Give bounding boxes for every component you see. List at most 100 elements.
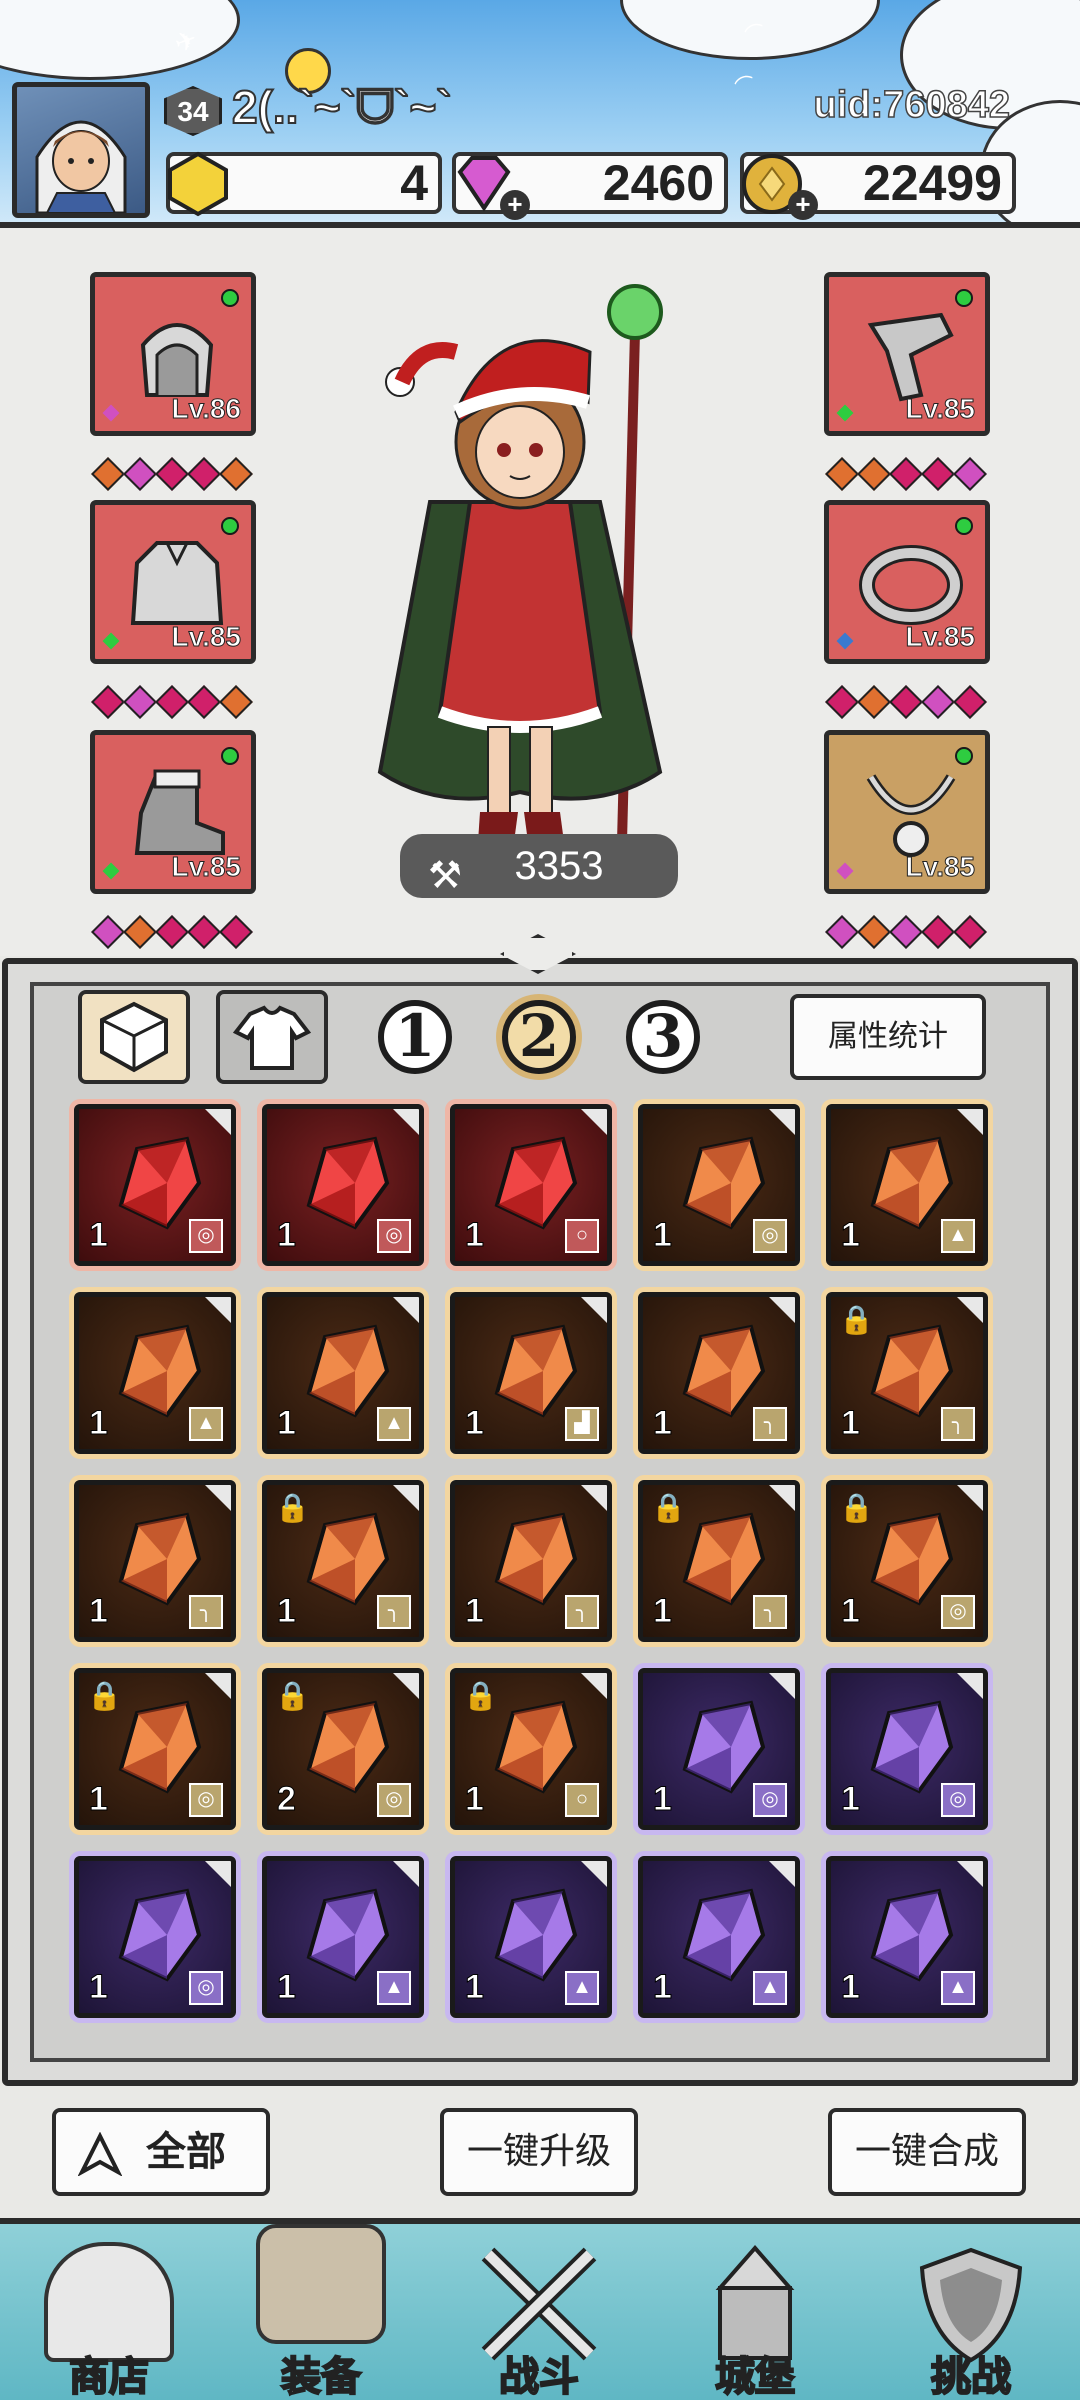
player-avatar[interactable] — [12, 82, 150, 218]
gem-socket — [219, 457, 253, 491]
inventory-item[interactable]: 1 ╮ — [74, 1480, 236, 1642]
tab-page-3[interactable]: 3 — [626, 1000, 700, 1074]
gem-tab-icon — [100, 1001, 168, 1073]
gem-socket — [219, 685, 253, 719]
equip-slot-bracer[interactable]: Lv.85 — [824, 272, 990, 436]
equip-slot-type-icon: ╮ — [189, 1595, 223, 1629]
item-corner-marker — [769, 1109, 795, 1135]
inventory-item[interactable]: 1 ▲ — [450, 1856, 612, 2018]
item-quantity: 1 — [653, 1404, 673, 1443]
item-quantity: 1 — [841, 1780, 861, 1819]
inventory-item[interactable]: 1 ◎ — [74, 1104, 236, 1266]
inventory-item[interactable]: 1 ▲ — [262, 1856, 424, 2018]
gold-gem-value: 4 — [400, 155, 428, 211]
inventory-item[interactable]: 1 ◎ — [638, 1668, 800, 1830]
inventory-item[interactable]: 1 ○ — [450, 1104, 612, 1266]
tab-page-1[interactable]: 1 — [378, 1000, 452, 1074]
bottom-navigation: 商店 装备 战斗 城堡 挑战 — [0, 2218, 1080, 2400]
item-corner-marker — [769, 1861, 795, 1887]
character-portrait[interactable] — [360, 272, 680, 852]
inventory-item[interactable]: 1 ◎ — [826, 1668, 988, 1830]
item-quantity: 2 — [277, 1780, 297, 1819]
inventory-item[interactable]: 🔒 1 ╮ — [826, 1292, 988, 1454]
equip-slot-type-icon: ▲ — [753, 1971, 787, 2005]
item-quantity: 1 — [653, 1216, 673, 1255]
item-corner-marker — [957, 1297, 983, 1323]
nav-equipment[interactable]: 装备 — [226, 2224, 416, 2400]
inventory-item[interactable]: 1 ◎ — [74, 1856, 236, 2018]
item-corner-marker — [581, 1109, 607, 1135]
equip-slot-necklace[interactable]: Lv.85 — [824, 730, 990, 894]
nav-challenge[interactable]: 挑战 — [876, 2234, 1066, 2400]
gem-socket — [123, 457, 157, 491]
inventory-item[interactable]: 1 ◎ — [638, 1104, 800, 1266]
equip-level: Lv.85 — [171, 851, 242, 883]
nav-shop[interactable]: 商店 — [14, 2234, 204, 2400]
inventory-item[interactable]: 🔒 2 ◎ — [262, 1668, 424, 1830]
gem-socket — [825, 457, 859, 491]
equip-slot-armor[interactable]: Lv.85 — [90, 500, 256, 664]
gem-sockets-boots — [91, 915, 253, 949]
combat-power-display: ⚒ 3353 — [400, 834, 678, 898]
inventory-item[interactable]: 1 ◎ — [262, 1104, 424, 1266]
power-icon: ⚒ — [428, 855, 463, 897]
add-diamond-button[interactable]: + — [500, 190, 530, 220]
gem-socket — [825, 915, 859, 949]
equip-slot-type-icon: ▟ — [565, 1407, 599, 1441]
inventory-item[interactable]: 1 ▲ — [826, 1856, 988, 2018]
inventory-item[interactable]: 🔒 1 ╮ — [638, 1480, 800, 1642]
equip-level: Lv.85 — [905, 621, 976, 653]
inventory-item[interactable]: 1 ╮ — [638, 1292, 800, 1454]
tab-page-2[interactable]: 2 — [502, 1000, 576, 1074]
item-quantity: 1 — [89, 1592, 109, 1631]
nav-castle-label: 城堡 — [714, 2352, 796, 2400]
gold-gem-counter[interactable]: 4 — [166, 151, 442, 217]
equip-level: Lv.85 — [171, 621, 242, 653]
item-corner-marker — [393, 1861, 419, 1887]
tab-gems[interactable] — [78, 990, 190, 1084]
inventory-item[interactable]: 1 ╮ — [450, 1480, 612, 1642]
one-click-merge-button[interactable]: 一键合成 — [828, 2108, 1026, 2196]
item-quantity: 1 — [465, 1968, 485, 2007]
equip-slot-type-icon: ╮ — [753, 1595, 787, 1629]
gem-socket — [857, 915, 891, 949]
item-corner-marker — [205, 1673, 231, 1699]
equip-slot-ring[interactable]: Lv.85 — [824, 500, 990, 664]
nav-battle[interactable]: 战斗 — [444, 2234, 634, 2400]
item-quantity: 1 — [277, 1592, 297, 1631]
item-corner-marker — [393, 1109, 419, 1135]
diamond-counter[interactable]: + 2460 — [452, 152, 728, 220]
item-quantity: 1 — [89, 1216, 109, 1255]
item-quantity: 1 — [465, 1404, 485, 1443]
equip-slot-type-icon: ◎ — [941, 1783, 975, 1817]
add-coin-button[interactable]: + — [788, 190, 818, 220]
inventory-item[interactable]: 🔒 1 ○ — [450, 1668, 612, 1830]
attribute-stats-button[interactable]: 属性统计 — [790, 994, 986, 1080]
equip-level: Lv.86 — [171, 393, 242, 425]
equip-slot-type-icon: ▲ — [941, 1219, 975, 1253]
inventory-item[interactable]: 🔒 1 ╮ — [262, 1480, 424, 1642]
shirt-tab-icon — [232, 1005, 312, 1070]
filter-all-button[interactable]: 全部 — [52, 2108, 270, 2196]
inventory-item[interactable]: 1 ▲ — [826, 1104, 988, 1266]
inventory-item[interactable]: 1 ▲ — [262, 1292, 424, 1454]
equip-slot-boots[interactable]: Lv.85 — [90, 730, 256, 894]
gem-sockets-armor — [91, 685, 253, 719]
inventory-item[interactable]: 🔒 1 ◎ — [74, 1668, 236, 1830]
lock-icon: 🔒 — [275, 1492, 310, 1523]
inventory-item[interactable]: 🔒 1 ◎ — [826, 1480, 988, 1642]
one-click-upgrade-button[interactable]: 一键升级 — [440, 2108, 638, 2196]
equip-slot-helmet[interactable]: Lv.86 — [90, 272, 256, 436]
nav-castle[interactable]: 城堡 — [660, 2234, 850, 2400]
item-corner-marker — [581, 1297, 607, 1323]
item-corner-marker — [581, 1485, 607, 1511]
gem-socket — [91, 457, 125, 491]
item-quantity: 1 — [89, 1780, 109, 1819]
item-quantity: 1 — [841, 1404, 861, 1443]
tab-fashion[interactable] — [216, 990, 328, 1084]
inventory-item[interactable]: 1 ▟ — [450, 1292, 612, 1454]
inventory-item[interactable]: 1 ▲ — [74, 1292, 236, 1454]
item-quantity: 1 — [653, 1968, 673, 2007]
coin-counter[interactable]: + 22499 — [740, 152, 1016, 220]
inventory-item[interactable]: 1 ▲ — [638, 1856, 800, 2018]
